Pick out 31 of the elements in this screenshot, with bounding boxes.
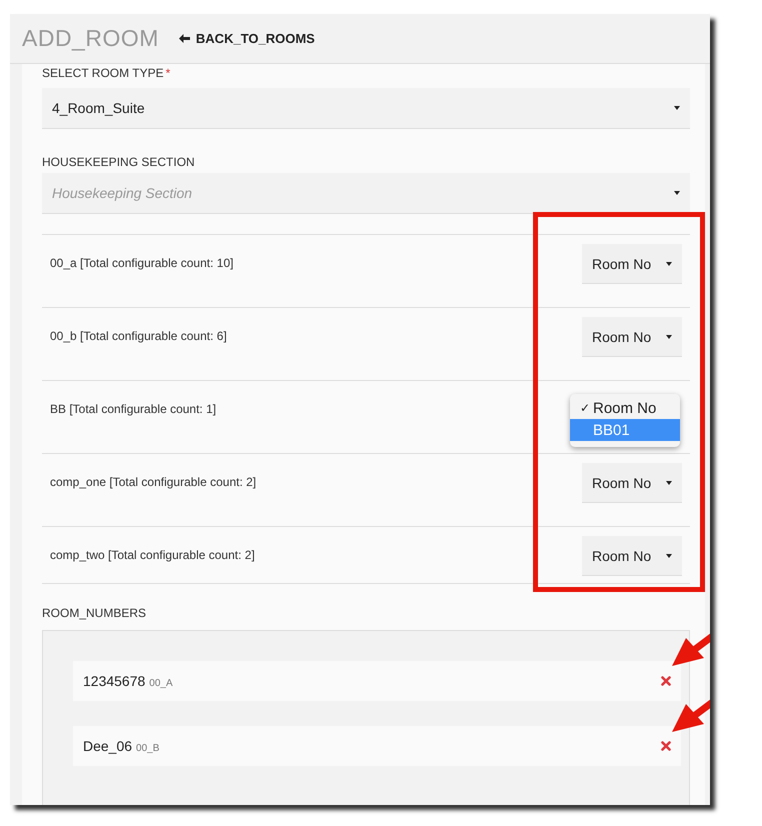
component-label: comp_two [Total configurable count: 2] xyxy=(50,547,255,564)
caret-icon xyxy=(666,262,672,266)
room-no-dropdown[interactable]: Room No xyxy=(582,244,682,284)
component-label: 00_b [Total configurable count: 6] xyxy=(50,328,227,345)
remove-icon[interactable] xyxy=(661,741,671,751)
field-label: ROOM_NUMBERS xyxy=(42,606,146,620)
room-no-dropdown[interactable]: Room No xyxy=(582,463,682,503)
back-arrow-icon xyxy=(178,34,190,43)
room-type-select[interactable]: 4_Room_Suite xyxy=(42,88,690,129)
caret-icon xyxy=(674,106,680,110)
room-no-dropdown[interactable]: Room No xyxy=(582,536,682,576)
room-number: 12345678 xyxy=(83,673,146,689)
check-mark: ✓ xyxy=(580,401,590,415)
page-title: ADD_ROOM xyxy=(22,25,159,52)
back-link[interactable]: BACK_TO_ROOMS xyxy=(178,31,315,46)
component-code: 00_B xyxy=(136,743,160,754)
caret-icon xyxy=(666,480,672,484)
field-label: SELECT ROOM TYPE xyxy=(42,66,164,80)
dropdown-option[interactable]: ✓ Room No xyxy=(570,397,680,419)
component-code: 00_A xyxy=(149,678,173,689)
caret-icon xyxy=(666,334,672,338)
remove-icon[interactable] xyxy=(661,676,671,686)
component-label: BB [Total configurable count: 1] xyxy=(50,401,216,418)
caret-icon xyxy=(674,191,680,195)
component-label: comp_one [Total configurable count: 2] xyxy=(50,474,256,491)
room-number: Dee_06 xyxy=(83,738,132,754)
field-label: HOUSEKEEPING SECTION xyxy=(42,155,195,169)
caret-icon xyxy=(666,554,672,558)
required-mark: * xyxy=(166,66,170,80)
room-no-dropdown[interactable]: Room No xyxy=(582,317,682,357)
component-label: 00_a [Total configurable count: 10] xyxy=(50,255,234,272)
